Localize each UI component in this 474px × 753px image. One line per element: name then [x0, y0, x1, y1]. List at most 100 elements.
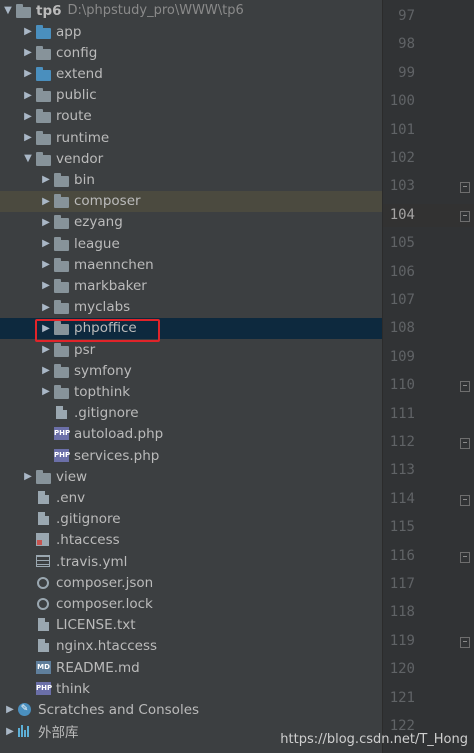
- chevron-right-icon[interactable]: ▶: [38, 196, 54, 207]
- editor-gutter: 97 98 99 100 101 102 103 104 105 106 107 108 109 110 1…: [382, 0, 474, 753]
- chevron-right-icon[interactable]: ▶: [38, 344, 54, 355]
- tree-item[interactable]: ▶ public: [0, 85, 382, 106]
- chevron-right-icon[interactable]: ▶: [38, 217, 54, 228]
- tree-item[interactable]: MD README.md: [0, 657, 382, 678]
- folder-icon: [54, 363, 70, 378]
- tree-item[interactable]: .htaccess: [0, 530, 382, 551]
- fold-marker-icon[interactable]: [460, 551, 470, 563]
- tree-item[interactable]: ▶ composer: [0, 190, 382, 212]
- folder-icon: [54, 257, 70, 272]
- chevron-right-icon[interactable]: ▶: [38, 302, 54, 313]
- tree-item[interactable]: PHP services.php: [0, 445, 382, 466]
- chevron-right-icon[interactable]: ▶: [38, 323, 54, 334]
- tree-item-label: ezyang: [74, 214, 123, 231]
- tree-item[interactable]: .gitignore: [0, 403, 382, 424]
- chevron-right-icon[interactable]: ▶: [38, 280, 54, 291]
- htaccess-file-icon: [36, 533, 52, 547]
- folder-icon: [54, 300, 70, 315]
- tree-item[interactable]: ▶ view: [0, 466, 382, 487]
- chevron-right-icon[interactable]: ▶: [20, 47, 36, 58]
- line-number: 99: [398, 64, 415, 81]
- file-icon: [36, 639, 52, 653]
- tree-item[interactable]: ▶ route: [0, 106, 382, 127]
- tree-item[interactable]: ▶ bin: [0, 169, 382, 190]
- tree-item[interactable]: ▶ app: [0, 21, 382, 42]
- folder-icon: [36, 45, 52, 60]
- chevron-right-icon[interactable]: ▶: [38, 238, 54, 249]
- tree-item[interactable]: ▶ phpoffice: [0, 317, 382, 339]
- chevron-right-icon[interactable]: ▶: [2, 704, 18, 715]
- project-path: D:\phpstudy_pro\WWW\tp6: [67, 3, 244, 18]
- tree-item[interactable]: ▶ myclabs: [0, 297, 382, 318]
- tree-item[interactable]: nginx.htaccess: [0, 636, 382, 657]
- scratches-icon: ✎: [18, 702, 34, 717]
- line-number: 100: [389, 93, 415, 110]
- line-number: 120: [389, 661, 415, 678]
- tree-item[interactable]: ▶ config: [0, 42, 382, 63]
- chevron-down-icon[interactable]: ▼: [0, 5, 16, 16]
- tree-item[interactable]: ▶ markbaker: [0, 275, 382, 296]
- php-file-icon: PHP: [54, 448, 70, 463]
- tree-item[interactable]: ▶ extend: [0, 63, 382, 84]
- folder-icon: [36, 469, 52, 484]
- fold-marker-icon[interactable]: [460, 636, 470, 648]
- tree-item[interactable]: ▶ league: [0, 233, 382, 254]
- tree-item-label: runtime: [56, 129, 110, 146]
- tree-item-label: symfony: [74, 362, 132, 379]
- folder-icon: [36, 88, 52, 103]
- fold-marker-icon[interactable]: [460, 182, 470, 194]
- line-number: 121: [389, 689, 415, 706]
- chevron-right-icon[interactable]: ▶: [20, 90, 36, 101]
- line-number: 111: [389, 405, 415, 422]
- tree-item-label: .gitignore: [56, 511, 121, 528]
- chevron-right-icon[interactable]: ▶: [20, 132, 36, 143]
- file-icon: [54, 406, 70, 420]
- tree-item[interactable]: PHP think: [0, 678, 382, 699]
- fold-marker-icon[interactable]: [460, 438, 470, 449]
- tree-item[interactable]: ▶ runtime: [0, 127, 382, 148]
- tree-item[interactable]: PHP autoload.php: [0, 424, 382, 445]
- chevron-right-icon[interactable]: ▶: [20, 26, 36, 37]
- folder-icon: [54, 278, 70, 293]
- line-number: 107: [389, 292, 415, 308]
- tree-item[interactable]: .env: [0, 487, 382, 508]
- tree-item[interactable]: ▶ ✎ Scratches and Consoles: [0, 699, 382, 720]
- tree-item[interactable]: .gitignore: [0, 509, 382, 530]
- chevron-right-icon[interactable]: ▶: [38, 174, 54, 185]
- chevron-right-icon[interactable]: ▶: [20, 471, 36, 482]
- chevron-right-icon[interactable]: ▶: [38, 386, 54, 397]
- folder-icon: [36, 24, 52, 39]
- tree-item[interactable]: ▶ psr: [0, 339, 382, 360]
- tree-item-label: league: [74, 235, 120, 252]
- tree-item[interactable]: LICENSE.txt: [0, 615, 382, 636]
- fold-marker-icon[interactable]: [460, 381, 470, 393]
- tree-item-label: psr: [74, 341, 96, 358]
- line-number: 117: [389, 576, 415, 592]
- folder-icon: [36, 130, 52, 145]
- folder-icon: [16, 3, 32, 18]
- tree-item[interactable]: composer.json: [0, 572, 382, 593]
- line-number: 106: [389, 263, 415, 280]
- tree-item[interactable]: .travis.yml: [0, 551, 382, 572]
- chevron-right-icon[interactable]: ▶: [20, 111, 36, 122]
- chevron-right-icon[interactable]: ▶: [38, 259, 54, 270]
- tree-item[interactable]: ▶ ezyang: [0, 212, 382, 233]
- line-number: 112: [389, 434, 415, 450]
- project-root-row[interactable]: ▼ tp6 D:\phpstudy_pro\WWW\tp6: [0, 0, 382, 21]
- fold-marker-icon[interactable]: [460, 494, 470, 506]
- tree-item-label: Scratches and Consoles: [38, 701, 200, 718]
- chevron-right-icon[interactable]: ▶: [38, 365, 54, 376]
- fold-marker-icon[interactable]: [460, 210, 470, 222]
- line-number: 116: [389, 547, 415, 564]
- tree-item[interactable]: ▶ maennchen: [0, 254, 382, 275]
- chevron-right-icon[interactable]: ▶: [20, 68, 36, 79]
- chevron-down-icon[interactable]: ▼: [20, 153, 36, 164]
- tree-item[interactable]: ▶ topthink: [0, 381, 382, 402]
- tree-item[interactable]: ▼ vendor: [0, 148, 382, 169]
- tree-item[interactable]: ▶ symfony: [0, 360, 382, 381]
- tree-item-label: .gitignore: [74, 405, 139, 422]
- tree-item[interactable]: composer.lock: [0, 593, 382, 614]
- yml-file-icon: [36, 554, 52, 569]
- chevron-right-icon[interactable]: ▶: [2, 726, 18, 737]
- tree-item-label: README.md: [56, 659, 140, 676]
